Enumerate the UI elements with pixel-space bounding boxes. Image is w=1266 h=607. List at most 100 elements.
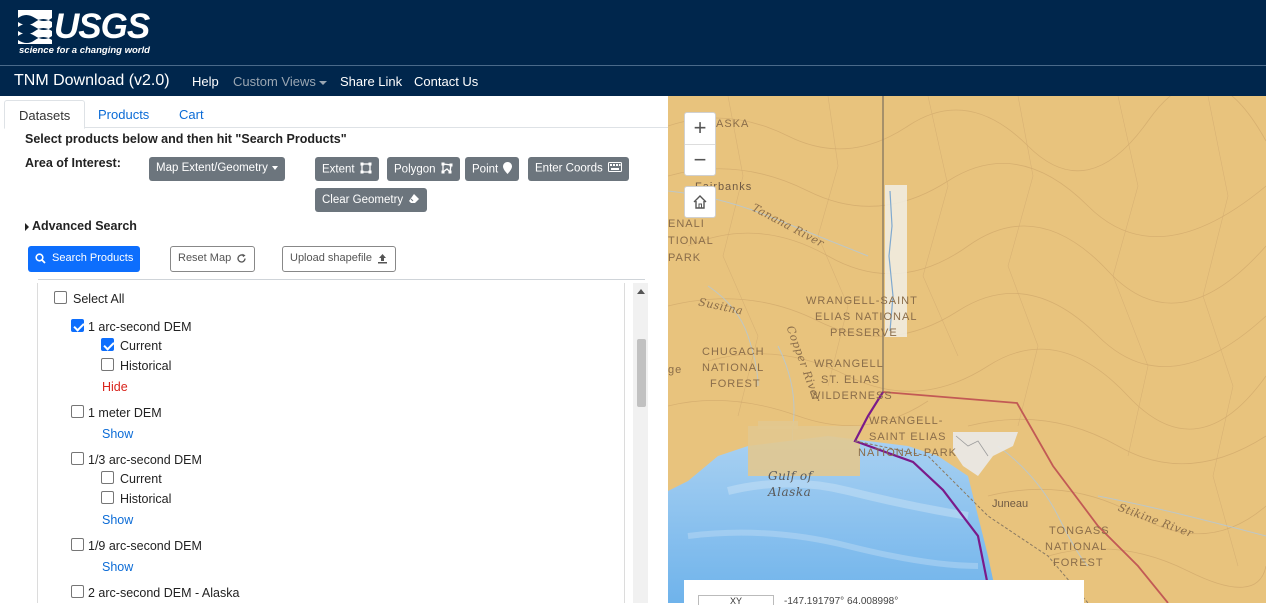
sub-checkbox-historical[interactable]: [101, 491, 114, 504]
hide-link[interactable]: Hide: [102, 380, 128, 394]
polygon-label: Polygon: [394, 163, 436, 176]
polygon-icon: [441, 162, 453, 177]
extent-label: Extent: [322, 163, 355, 176]
upload-shapefile-button[interactable]: Upload shapefile: [282, 246, 396, 272]
refresh-icon: [237, 253, 246, 263]
zoom-out-button[interactable]: −: [685, 145, 715, 177]
map-label: WRANGELL-: [869, 415, 944, 427]
sub-label: Current: [120, 339, 162, 353]
coordinate-format-select[interactable]: XY: [698, 595, 774, 606]
polygon-button[interactable]: Polygon: [387, 157, 460, 181]
search-products-label: Search Products: [52, 252, 134, 264]
app-title[interactable]: TNM Download (v2.0): [14, 72, 170, 90]
show-link[interactable]: Show: [102, 427, 133, 441]
dataset-label: 1 arc-second DEM: [88, 320, 192, 334]
map-label: ST. ELIAS: [821, 374, 881, 386]
map-label: TIONAL: [668, 235, 714, 247]
extent-button[interactable]: Extent: [315, 157, 379, 181]
show-link[interactable]: Show: [102, 513, 133, 527]
map-label: Juneau: [992, 498, 1029, 510]
chevron-down-icon: [318, 80, 327, 85]
upload-icon: [377, 253, 387, 264]
instructions-text: Select products below and then hit "Sear…: [25, 132, 347, 146]
dataset-checkbox-1-9-arc-second[interactable]: [71, 538, 84, 551]
divider: [38, 279, 645, 280]
search-icon: [35, 252, 46, 264]
map-label: NATIONAL PARK: [858, 447, 957, 459]
advanced-search-toggle[interactable]: Advanced Search: [25, 219, 137, 233]
aoi-dropdown-label: Map Extent/Geometry: [156, 162, 268, 174]
reset-map-button[interactable]: Reset Map: [170, 246, 256, 272]
dataset-checkbox-1-arc-second[interactable]: [71, 319, 84, 332]
search-products-button[interactable]: Search Products: [28, 246, 141, 272]
nav-help[interactable]: Help: [192, 74, 219, 89]
caret-right-icon: [25, 222, 29, 231]
logo-tagline: science for a changing world: [19, 45, 150, 56]
nav-contact-us[interactable]: Contact Us: [414, 74, 478, 89]
sub-checkbox-historical[interactable]: [101, 358, 114, 371]
dataset-checkbox-1-meter[interactable]: [71, 405, 84, 418]
usgs-header: USGS science for a changing world: [0, 0, 1266, 65]
scroll-up-icon[interactable]: [637, 289, 645, 294]
clear-geometry-button[interactable]: Clear Geometry: [315, 188, 428, 212]
usgs-wave-icon: [18, 10, 52, 44]
zoom-control: + −: [684, 112, 716, 176]
nav-custom-views[interactable]: Custom Views: [233, 74, 327, 89]
map-label: CHUGACH: [702, 346, 765, 358]
upload-shapefile-label: Upload shapefile: [290, 252, 372, 264]
sub-checkbox-current[interactable]: [101, 338, 114, 351]
clear-geometry-label: Clear Geometry: [322, 194, 404, 207]
enter-coords-label: Enter Coords: [535, 162, 603, 175]
map-view[interactable]: ASKA Fairbanks Tanana River ENALI TIONAL…: [668, 96, 1266, 603]
advanced-search-label: Advanced Search: [32, 219, 137, 233]
map-label: FOREST: [1053, 557, 1104, 569]
eraser-icon: [408, 193, 420, 207]
map-pin-icon: [503, 162, 513, 177]
select-all-label: Select All: [73, 292, 125, 306]
dataset-checkbox-1-3-arc-second[interactable]: [71, 452, 84, 465]
map-label: WRANGELL-SAINT: [806, 295, 918, 307]
dataset-list[interactable]: Select All 1 arc-second DEM Current Hist…: [37, 283, 625, 603]
map-label: ELIAS NATIONAL: [815, 311, 918, 323]
select-all-checkbox[interactable]: [54, 291, 67, 304]
sub-label: Historical: [120, 359, 172, 373]
map-label: PRESERVE: [830, 327, 898, 339]
tab-datasets[interactable]: Datasets: [4, 100, 86, 129]
zoom-in-button[interactable]: +: [685, 113, 715, 145]
dataset-label: 2 arc-second DEM - Alaska: [88, 586, 240, 600]
left-panel: Datasets Products Cart Select products b…: [0, 96, 668, 603]
nav-custom-views-label: Custom Views: [233, 74, 316, 89]
map-label: WILDERNESS: [810, 390, 893, 402]
bounding-box-icon: [360, 162, 372, 177]
map-label: ge: [668, 364, 683, 376]
sub-label: Historical: [120, 492, 172, 506]
tab-cart[interactable]: Cart: [165, 100, 218, 128]
dataset-label: 1/3 arc-second DEM: [88, 453, 202, 467]
map-label: SAINT ELIAS: [869, 431, 947, 443]
aoi-label: Area of Interest:: [25, 156, 121, 170]
map-label: Alaska: [768, 485, 812, 499]
sub-checkbox-current[interactable]: [101, 471, 114, 484]
dataset-checkbox-2-arc-second-alaska[interactable]: [71, 585, 84, 598]
map-label: NATIONAL: [1045, 541, 1108, 553]
dataset-label: 1 meter DEM: [88, 406, 162, 420]
logo-wordmark: USGS: [54, 7, 150, 46]
map-label: Gulf of: [768, 469, 813, 483]
home-button[interactable]: [684, 186, 716, 218]
map-label: NATIONAL: [702, 362, 765, 374]
map-label: ASKA: [716, 118, 750, 130]
reset-map-label: Reset Map: [178, 252, 232, 264]
home-icon: [693, 195, 707, 209]
coordinate-readout: -147.191797° 64.008998°: [784, 596, 899, 607]
tab-products[interactable]: Products: [84, 100, 163, 128]
enter-coords-button[interactable]: Enter Coords: [528, 157, 629, 181]
show-link[interactable]: Show: [102, 560, 133, 574]
navbar: TNM Download (v2.0) Help Custom Views Sh…: [0, 65, 1266, 96]
map-label: FOREST: [710, 378, 761, 390]
point-button[interactable]: Point: [465, 157, 520, 181]
list-scrollbar[interactable]: [633, 283, 648, 603]
nav-share-link[interactable]: Share Link: [340, 74, 402, 89]
usgs-logo[interactable]: USGS science for a changing world: [18, 7, 150, 59]
scrollbar-thumb[interactable]: [637, 339, 646, 407]
aoi-dropdown-button[interactable]: Map Extent/Geometry: [149, 157, 285, 181]
